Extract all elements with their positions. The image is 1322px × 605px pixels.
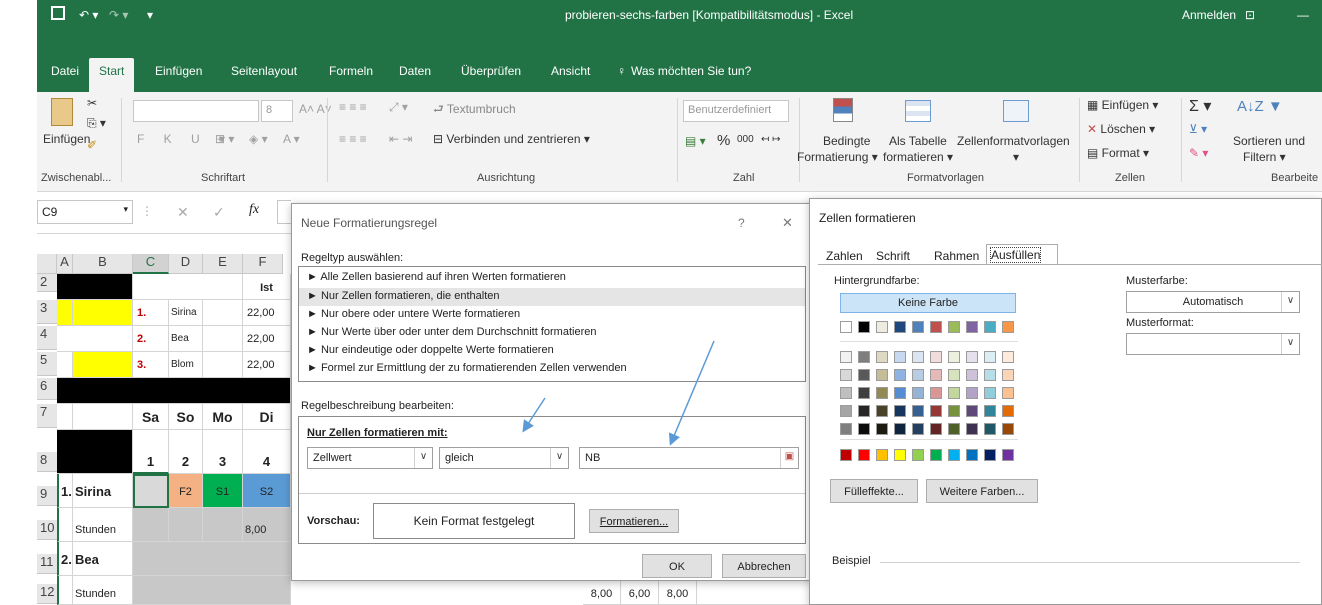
tint-color-swatch[interactable] xyxy=(858,369,870,381)
chevron-down-icon: ∨ xyxy=(1281,292,1299,312)
tint-color-swatch[interactable] xyxy=(930,423,942,435)
theme-color-swatch[interactable] xyxy=(948,321,960,333)
tint-color-swatch[interactable] xyxy=(948,423,960,435)
tint-color-swatch[interactable] xyxy=(894,387,906,399)
chevron-down-icon: ∨ xyxy=(1281,334,1299,354)
tint-color-swatch[interactable] xyxy=(1002,351,1014,363)
standard-color-swatch[interactable] xyxy=(1002,449,1014,461)
more-colors-button[interactable]: Weitere Farben... xyxy=(926,479,1038,503)
standard-color-swatch[interactable] xyxy=(966,449,978,461)
tint-color-swatch[interactable] xyxy=(840,369,852,381)
tint-color-swatch[interactable] xyxy=(966,351,978,363)
tint-color-swatch[interactable] xyxy=(1002,423,1014,435)
palette-divider-1 xyxy=(840,341,1018,342)
tint-color-swatch[interactable] xyxy=(858,387,870,399)
tint-color-swatch[interactable] xyxy=(912,423,924,435)
standard-color-swatch[interactable] xyxy=(858,449,870,461)
tint-color-swatch[interactable] xyxy=(894,405,906,417)
theme-color-swatch[interactable] xyxy=(930,321,942,333)
tint-color-swatch[interactable] xyxy=(840,387,852,399)
standard-color-swatch[interactable] xyxy=(930,449,942,461)
tab-schrift[interactable]: Schrift xyxy=(876,249,910,263)
tint-color-swatch[interactable] xyxy=(1002,405,1014,417)
pattern-style-select[interactable]: ∨ xyxy=(1126,333,1300,355)
tint-color-swatch[interactable] xyxy=(858,423,870,435)
sample-frame-line xyxy=(880,562,1300,563)
tint-color-swatch[interactable] xyxy=(930,351,942,363)
tint-color-swatch[interactable] xyxy=(894,369,906,381)
pattern-color-select[interactable]: Automatisch ∨ xyxy=(1126,291,1300,313)
tint-color-swatch[interactable] xyxy=(876,423,888,435)
tint-color-swatch[interactable] xyxy=(948,387,960,399)
tint-color-swatch[interactable] xyxy=(984,423,996,435)
tint-color-swatch[interactable] xyxy=(930,387,942,399)
tint-color-swatch[interactable] xyxy=(912,369,924,381)
tint-color-swatch[interactable] xyxy=(1002,369,1014,381)
tint-color-swatch[interactable] xyxy=(984,351,996,363)
standard-color-swatch[interactable] xyxy=(984,449,996,461)
tint-color-swatch[interactable] xyxy=(858,351,870,363)
theme-color-swatch[interactable] xyxy=(840,321,852,333)
tint-color-swatch[interactable] xyxy=(876,351,888,363)
pattern-color-label: Musterfarbe: xyxy=(1126,275,1188,287)
fill-effects-button[interactable]: Fülleffekte... xyxy=(830,479,918,503)
tint-color-swatch[interactable] xyxy=(930,369,942,381)
format-cells-dialog: Zellen formatieren Zahlen Schrift Rahmen… xyxy=(809,198,1322,605)
tint-color-swatch[interactable] xyxy=(912,351,924,363)
theme-color-swatch[interactable] xyxy=(966,321,978,333)
tint-color-swatch[interactable] xyxy=(894,423,906,435)
arrow-to-value xyxy=(668,340,715,446)
bg-color-label: Hintergrundfarbe: xyxy=(834,275,920,287)
format-dialog-title: Zellen formatieren xyxy=(819,211,916,225)
standard-color-swatch[interactable] xyxy=(876,449,888,461)
tint-color-swatch[interactable] xyxy=(876,405,888,417)
tint-color-swatch[interactable] xyxy=(948,405,960,417)
theme-color-swatch[interactable] xyxy=(876,321,888,333)
no-color-button[interactable]: Keine Farbe xyxy=(840,293,1016,313)
tint-color-swatch[interactable] xyxy=(930,405,942,417)
standard-color-swatch[interactable] xyxy=(948,449,960,461)
tint-color-swatch[interactable] xyxy=(1002,387,1014,399)
tint-color-swatch[interactable] xyxy=(840,423,852,435)
tint-color-swatch[interactable] xyxy=(894,351,906,363)
tab-ausfuellen[interactable]: Ausfüllen xyxy=(986,244,1058,264)
standard-color-swatch[interactable] xyxy=(894,449,906,461)
tint-color-swatch[interactable] xyxy=(948,351,960,363)
tint-color-swatch[interactable] xyxy=(966,405,978,417)
standard-color-swatch[interactable] xyxy=(912,449,924,461)
tint-color-swatch[interactable] xyxy=(876,369,888,381)
sample-label: Beispiel xyxy=(832,555,875,567)
tint-color-swatch[interactable] xyxy=(966,423,978,435)
tint-color-swatch[interactable] xyxy=(876,387,888,399)
tint-color-swatch[interactable] xyxy=(840,405,852,417)
standard-color-swatch[interactable] xyxy=(840,449,852,461)
tab-panel-border xyxy=(818,264,1322,265)
tint-color-swatch[interactable] xyxy=(966,387,978,399)
tint-color-swatch[interactable] xyxy=(984,369,996,381)
tint-color-swatch[interactable] xyxy=(858,405,870,417)
tint-color-swatch[interactable] xyxy=(912,405,924,417)
color-palette xyxy=(840,321,1020,471)
pattern-style-label: Musterformat: xyxy=(1126,317,1194,329)
tint-color-swatch[interactable] xyxy=(948,369,960,381)
tint-color-swatch[interactable] xyxy=(912,387,924,399)
theme-color-swatch[interactable] xyxy=(858,321,870,333)
theme-color-swatch[interactable] xyxy=(894,321,906,333)
palette-divider-2 xyxy=(840,439,1018,440)
tab-zahlen[interactable]: Zahlen xyxy=(826,249,863,263)
tab-rahmen[interactable]: Rahmen xyxy=(934,249,979,263)
tint-color-swatch[interactable] xyxy=(984,387,996,399)
theme-color-swatch[interactable] xyxy=(1002,321,1014,333)
tint-color-swatch[interactable] xyxy=(984,405,996,417)
theme-color-swatch[interactable] xyxy=(984,321,996,333)
tint-color-swatch[interactable] xyxy=(840,351,852,363)
theme-color-swatch[interactable] xyxy=(912,321,924,333)
arrow-to-operator xyxy=(522,397,546,433)
tint-color-swatch[interactable] xyxy=(966,369,978,381)
